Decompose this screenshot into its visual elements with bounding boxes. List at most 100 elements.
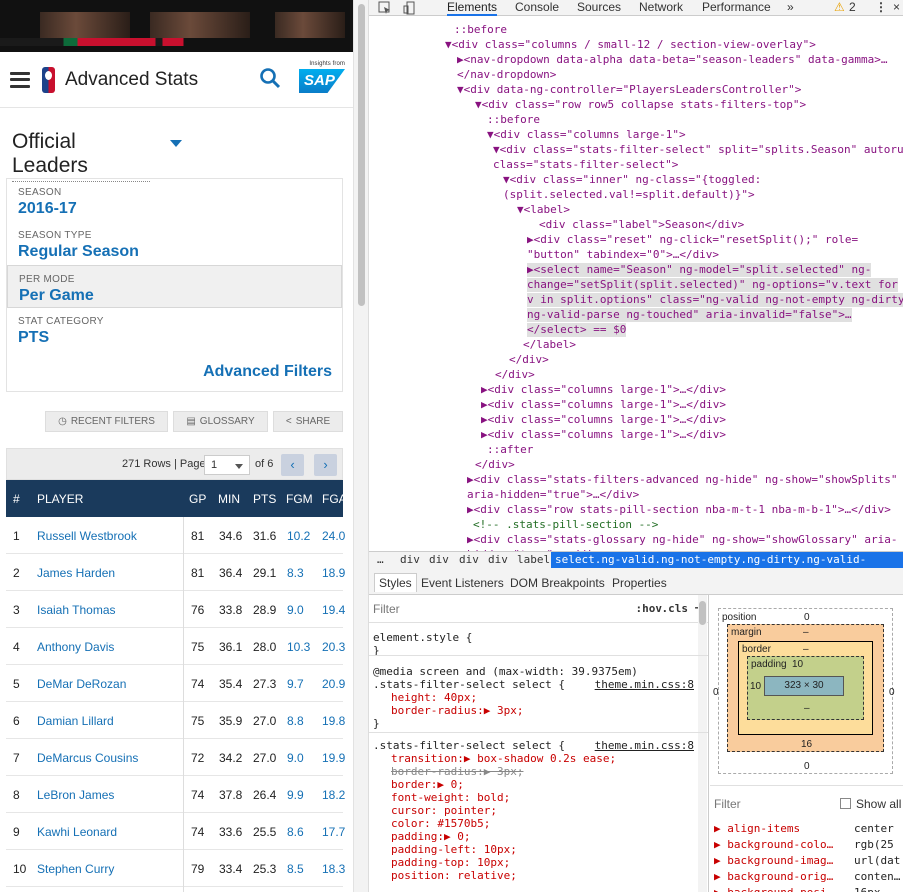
computed-property[interactable]: ▶ background-imag… url(dat: [714, 854, 900, 869]
filter-stat-category[interactable]: STAT CATEGORY PTS: [7, 308, 342, 351]
menu-icon[interactable]: [10, 71, 30, 88]
breadcrumb-item[interactable]: div: [400, 552, 420, 568]
selected-dom-node[interactable]: ▶<select name="Season" ng-model="split.s…: [527, 263, 872, 277]
advanced-filters-link[interactable]: Advanced Filters: [203, 363, 332, 381]
stylesheet-source-link[interactable]: theme.min.css:8: [595, 678, 694, 691]
tab-dom-breakpoints[interactable]: DOM Breakpoints: [510, 576, 605, 590]
official-leaders-heading[interactable]: Official Leaders: [12, 130, 150, 182]
player-name-link[interactable]: Isaiah Thomas: [37, 603, 116, 617]
computed-property[interactable]: ▶ background-posi… 16px…: [714, 886, 887, 892]
dom-line[interactable]: ::before: [454, 23, 507, 37]
kebab-menu-icon[interactable]: ⋮: [875, 0, 887, 14]
dom-line[interactable]: </div>: [495, 368, 535, 382]
expand-icon[interactable]: ▶: [714, 838, 727, 851]
device-toggle-icon[interactable]: [403, 1, 417, 15]
css-declaration[interactable]: height: 40px;: [391, 691, 477, 704]
stylesheet-source-link[interactable]: theme.min.css:8: [595, 739, 694, 752]
expand-icon[interactable]: ▶: [714, 870, 727, 883]
close-icon[interactable]: ×: [893, 0, 900, 14]
filter-season-type[interactable]: SEASON TYPE Regular Season: [7, 222, 342, 265]
dom-line[interactable]: ▼<div class="row row5 collapse stats-fil…: [475, 98, 806, 112]
css-declaration[interactable]: padding-top: 10px;: [391, 856, 510, 869]
dom-line[interactable]: ▼<div data-ng-controller="PlayersLeaders…: [457, 83, 801, 97]
dom-line[interactable]: </div>: [509, 353, 549, 367]
dom-line[interactable]: </label>: [523, 338, 576, 352]
chevron-down-icon[interactable]: [170, 140, 182, 147]
sap-logo[interactable]: Insights from SAP: [299, 61, 345, 99]
dom-line[interactable]: ng-valid-parse ng-touched" aria-invalid=…: [527, 308, 852, 322]
dom-line[interactable]: aria-hidden="true">…</div>: [467, 488, 639, 502]
expand-icon[interactable]: ▶: [714, 854, 727, 867]
dom-line[interactable]: ▶<div class="stats-glossary ng-hide" ng-…: [467, 533, 897, 547]
tab-elements[interactable]: Elements: [447, 0, 498, 16]
player-name-link[interactable]: Damian Lillard: [37, 714, 114, 728]
col-gp[interactable]: GP: [189, 492, 206, 506]
player-name-link[interactable]: DeMarcus Cousins: [37, 751, 138, 765]
player-name-link[interactable]: Anthony Davis: [37, 640, 114, 654]
computed-property[interactable]: ▶ background-orig… conten…: [714, 870, 900, 885]
dom-line[interactable]: "button" tabindex="0">…</div>: [527, 248, 719, 262]
dom-line[interactable]: ▶<nav-dropdown data-alpha data-beta="sea…: [457, 53, 887, 67]
warning-icon[interactable]: ⚠: [834, 0, 845, 14]
share-button[interactable]: < SHARE: [273, 411, 343, 432]
css-declaration[interactable]: transition:▶ box-shadow 0.2s ease;: [391, 752, 616, 765]
css-declaration[interactable]: border-radius:▶ 3px;: [391, 704, 523, 717]
breadcrumb-item[interactable]: …: [377, 552, 384, 568]
dom-line[interactable]: ▼<div class="columns large-1">: [487, 128, 686, 142]
dom-line[interactable]: ▶<div class="row stats-pill-section nba-…: [467, 503, 891, 517]
col-rank[interactable]: #: [13, 492, 20, 506]
player-name-link[interactable]: Stephen Curry: [37, 862, 114, 876]
tab-network[interactable]: Network: [639, 0, 683, 14]
col-fga[interactable]: FGA: [322, 492, 347, 506]
breadcrumb-item[interactable]: div: [459, 552, 479, 568]
player-name-link[interactable]: Russell Westbrook: [37, 529, 137, 543]
expand-icon[interactable]: ▶: [714, 886, 727, 892]
scrollbar-thumb[interactable]: [358, 4, 365, 306]
dom-line[interactable]: <!-- .stats-pill-section -->: [473, 518, 658, 532]
dom-line[interactable]: ▶<div class="columns large-1">…</div>: [481, 413, 726, 427]
breadcrumb-item[interactable]: div: [429, 552, 449, 568]
player-name-link[interactable]: James Harden: [37, 566, 115, 580]
dom-line[interactable]: ▼<div class="inner" ng-class="{toggled:: [503, 173, 761, 187]
breadcrumb-item[interactable]: label: [517, 552, 550, 568]
page-scrollbar[interactable]: [353, 0, 369, 892]
player-name-link[interactable]: LeBron James: [37, 788, 114, 802]
tab-styles[interactable]: Styles: [374, 573, 417, 592]
nba-logo[interactable]: [42, 66, 55, 93]
css-declaration[interactable]: color: #1570b5;: [391, 817, 490, 830]
glossary-button[interactable]: ▤ GLOSSARY: [173, 411, 268, 432]
styles-filter-input[interactable]: Filter: [373, 602, 400, 616]
col-min[interactable]: MIN: [218, 492, 240, 506]
next-page-button[interactable]: ›: [314, 454, 337, 476]
dom-line[interactable]: ▼<div class="columns / small-12 / sectio…: [445, 38, 816, 52]
css-declaration[interactable]: padding:▶ 0;: [391, 830, 470, 843]
dom-line[interactable]: ▶<div class="stats-filters-advanced ng-h…: [467, 473, 897, 487]
dom-line[interactable]: v in split.options" class="ng-valid ng-n…: [527, 293, 903, 307]
page-select[interactable]: 1: [204, 455, 250, 475]
dom-line[interactable]: ▶<div class="columns large-1">…</div>: [481, 383, 726, 397]
css-declaration[interactable]: cursor: pointer;: [391, 804, 497, 817]
tab-performance[interactable]: Performance: [702, 0, 771, 14]
dom-line[interactable]: </nav-dropdown>: [457, 68, 556, 82]
dom-line[interactable]: (split.selected.val!=split.default)}">: [503, 188, 755, 202]
dom-line[interactable]: ▶<div class="columns large-1">…</div>: [481, 428, 726, 442]
dom-line[interactable]: ::after: [487, 443, 533, 457]
dom-line[interactable]: change="setSplit(split.selected)" ng-opt…: [527, 278, 898, 292]
col-player[interactable]: PLAYER: [37, 492, 83, 506]
search-icon[interactable]: [259, 67, 281, 89]
dom-line[interactable]: ::before: [487, 113, 540, 127]
more-tabs-button[interactable]: »: [787, 0, 794, 14]
show-all-checkbox[interactable]: [840, 798, 851, 809]
css-declaration[interactable]: border-radius:▶ 3px;: [391, 765, 523, 778]
dom-line[interactable]: ▼<div class="stats-filter-select" split=…: [493, 143, 903, 157]
dom-line[interactable]: class="stats-filter-select">: [493, 158, 678, 172]
dom-line[interactable]: <div class="label">Season</div>: [539, 218, 744, 232]
dom-line[interactable]: </select> == $0: [527, 323, 627, 337]
computed-filter-input[interactable]: Filter: [714, 797, 741, 811]
breadcrumb-item[interactable]: div: [488, 552, 508, 568]
scrollbar-thumb[interactable]: [699, 601, 706, 625]
hov-toggle[interactable]: :hov: [636, 602, 663, 615]
css-declaration[interactable]: position: relative;: [391, 869, 517, 882]
dom-line[interactable]: ▶<div class="reset" ng-click="resetSplit…: [527, 233, 858, 247]
styles-scrollbar[interactable]: [698, 595, 707, 892]
